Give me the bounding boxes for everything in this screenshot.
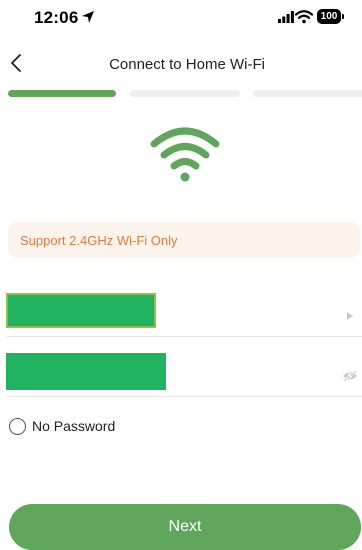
next-button[interactable]: Next [9, 504, 361, 550]
wifi-icon [150, 127, 220, 182]
wifi-password-field[interactable] [6, 352, 362, 397]
battery-icon: 100 [317, 9, 341, 24]
no-password-radio[interactable] [9, 417, 26, 435]
progress-step-3 [253, 90, 362, 97]
status-bar: 12:06 100 [0, 0, 362, 40]
notice-text: Support 2.4GHz Wi-Fi Only [20, 232, 178, 248]
progress-step-2 [130, 90, 240, 97]
page-title: Connect to Home Wi-Fi [109, 56, 265, 73]
wifi-band-notice: Support 2.4GHz Wi-Fi Only [8, 222, 360, 258]
cellular-signal-icon [278, 11, 294, 23]
no-password-option[interactable]: No Password [9, 416, 115, 436]
wifi-ssid-value[interactable] [6, 293, 156, 328]
wifi-status-icon [295, 10, 313, 24]
eye-hidden-icon[interactable] [342, 370, 358, 382]
progress-step-1 [8, 90, 116, 97]
caret-right-icon[interactable] [346, 311, 354, 321]
battery-level: 100 [320, 11, 338, 22]
battery-tip [342, 14, 344, 19]
location-arrow-icon [82, 11, 94, 23]
wifi-password-input[interactable] [6, 353, 166, 390]
wifi-ssid-field[interactable] [6, 292, 362, 337]
no-password-label: No Password [32, 418, 116, 434]
status-time: 12:06 [34, 8, 79, 27]
